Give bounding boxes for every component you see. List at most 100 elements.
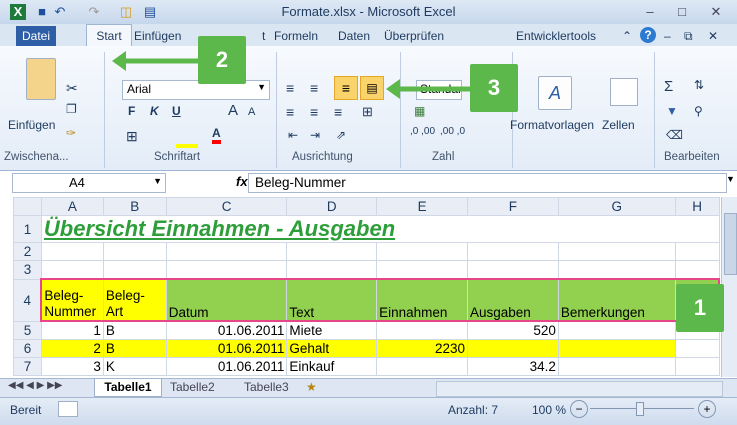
tab-datei[interactable]: Datei <box>16 26 56 46</box>
decrease-decimals-button[interactable]: ,00 ,0 <box>440 126 465 137</box>
bold-button[interactable]: F <box>128 104 135 118</box>
row-header[interactable]: 1 <box>13 215 42 243</box>
row-header[interactable]: 2 <box>13 242 42 261</box>
cell[interactable] <box>557 357 676 376</box>
header-cell-beleg-art[interactable]: Beleg- Art <box>102 278 167 322</box>
brush-icon[interactable]: ✑ <box>66 126 76 140</box>
cell[interactable] <box>674 339 720 358</box>
header-cell-bemerkungen[interactable]: Bemerkungen <box>557 278 676 322</box>
expand-formula-icon[interactable]: ▼ <box>726 174 735 184</box>
paste-button[interactable]: Einfügen <box>8 118 55 132</box>
tab-daten[interactable]: Daten <box>338 26 370 46</box>
zoom-level[interactable]: 100 % <box>532 403 566 417</box>
merge-cells-icon[interactable]: ⊞ <box>362 104 373 120</box>
cells-button[interactable]: Zellen <box>602 118 635 132</box>
row-header[interactable]: 4 <box>13 278 42 322</box>
column-header[interactable]: E <box>376 197 469 216</box>
cell[interactable]: 01.06.2011 <box>165 320 288 340</box>
function-icon[interactable]: fx <box>236 174 248 189</box>
header-cell-beleg-nummer[interactable]: Beleg- Nummer <box>40 278 104 322</box>
workbook-restore-icon[interactable]: ⧉ <box>684 26 693 46</box>
paste-icon[interactable] <box>26 58 56 100</box>
cell[interactable]: 01.06.2011 <box>165 357 288 376</box>
decrease-indent-icon[interactable]: ⇤ <box>288 128 298 142</box>
column-header[interactable]: F <box>467 197 559 216</box>
row-header[interactable]: 7 <box>13 357 42 376</box>
sheet-tab-tabelle3[interactable]: Tabelle3 <box>244 380 289 394</box>
sheet-tab-tabelle2[interactable]: Tabelle2 <box>170 380 215 394</box>
column-header[interactable]: H <box>674 197 720 216</box>
align-left-icon[interactable]: ≡ <box>286 104 294 120</box>
grow-font-button[interactable]: A <box>228 102 238 119</box>
cell[interactable]: 2 <box>40 339 104 358</box>
column-header[interactable]: G <box>557 197 676 216</box>
sort-filter-icon[interactable]: ⇅ <box>694 78 704 92</box>
accounting-format-icon[interactable]: ▦ <box>414 104 425 118</box>
cells-icon[interactable] <box>610 78 638 106</box>
underline-button[interactable]: U <box>172 104 181 118</box>
cell[interactable]: 01.06.2011 <box>165 339 288 358</box>
tab-entwicklertools[interactable]: Entwicklertools <box>516 26 596 46</box>
align-middle-icon[interactable]: ≡ <box>310 80 318 96</box>
cell[interactable]: 2230 <box>376 339 469 358</box>
find-select-icon[interactable]: ⚲ <box>694 104 703 118</box>
tab-seitenlayout[interactable]: t <box>262 26 265 46</box>
workbook-close-icon[interactable]: ✕ <box>708 26 718 46</box>
column-header[interactable]: B <box>102 197 167 216</box>
cell[interactable]: 1 <box>40 320 104 340</box>
align-center-icon[interactable]: ≡ <box>310 104 318 120</box>
row-header[interactable]: 3 <box>13 260 42 280</box>
cell[interactable] <box>467 339 559 358</box>
scissors-icon[interactable]: ✂ <box>66 80 78 97</box>
autosum-button[interactable]: Σ <box>664 78 673 95</box>
minimize-button[interactable]: – <box>638 4 662 20</box>
clear-icon[interactable]: ⌫ <box>666 128 683 142</box>
cell[interactable]: 3 <box>40 357 104 376</box>
align-top-icon[interactable]: ≡ <box>286 80 294 96</box>
styles-button[interactable]: Formatvorlagen <box>510 118 594 132</box>
italic-button[interactable]: K <box>150 104 159 118</box>
insert-sheet-icon[interactable]: ★ <box>306 380 317 394</box>
zoom-out-button[interactable]: − <box>570 400 588 418</box>
cell[interactable] <box>557 339 676 358</box>
column-header[interactable]: A <box>40 197 104 216</box>
close-button[interactable]: ✕ <box>704 4 728 20</box>
cell[interactable]: B <box>102 339 167 358</box>
styles-icon[interactable]: A <box>538 76 572 110</box>
font-color-icon[interactable]: A <box>212 126 221 144</box>
help-icon[interactable]: ? <box>640 27 656 43</box>
cell[interactable]: K <box>102 357 167 376</box>
column-header[interactable]: C <box>165 197 288 216</box>
align-right-icon[interactable]: ≡ <box>334 104 342 120</box>
header-cell-text[interactable]: Text <box>286 278 378 322</box>
sheet-tab-tabelle1[interactable]: Tabelle1 <box>94 379 162 397</box>
maximize-button[interactable]: □ <box>670 4 694 20</box>
zoom-slider-thumb[interactable] <box>636 402 644 416</box>
cell[interactable] <box>674 357 720 376</box>
sheet-title[interactable]: Übersicht Einnahmen - Ausgaben <box>40 215 720 243</box>
increase-indent-icon[interactable]: ⇥ <box>310 128 320 142</box>
scrollbar-thumb[interactable] <box>724 213 737 275</box>
cell[interactable] <box>376 320 469 340</box>
shrink-font-button[interactable]: A <box>248 106 255 118</box>
cell[interactable]: 34.2 <box>467 357 559 376</box>
cell[interactable] <box>376 357 469 376</box>
cell[interactable]: Einkauf <box>286 357 378 376</box>
tab-formeln[interactable]: Formeln <box>274 26 318 46</box>
tab-einfuegen[interactable]: Einfügen <box>134 26 181 46</box>
copy-icon[interactable]: ❐ <box>66 102 77 116</box>
orientation-icon[interactable]: ⇗ <box>336 128 346 142</box>
cell[interactable]: 520 <box>467 320 559 340</box>
workbook-minimize-icon[interactable]: – <box>664 26 671 46</box>
header-cell-datum[interactable]: Datum <box>165 278 288 322</box>
header-cell-ausgaben[interactable]: Ausgaben <box>467 278 559 322</box>
tab-ueberpruefen[interactable]: Überprüfen <box>384 26 444 46</box>
column-header[interactable]: D <box>286 197 378 216</box>
increase-decimals-button[interactable]: ,0 ,00 <box>410 126 435 137</box>
row-header[interactable]: 6 <box>13 339 42 358</box>
row-header[interactable]: 5 <box>13 320 42 340</box>
formula-input[interactable]: Beleg-Nummer <box>248 173 727 193</box>
worksheet-grid[interactable]: A B C D E F G H 1 Übersicht Einnahmen - … <box>13 197 720 377</box>
font-name-dropdown[interactable]: Arial ▼ <box>122 80 270 100</box>
cell[interactable]: B <box>102 320 167 340</box>
